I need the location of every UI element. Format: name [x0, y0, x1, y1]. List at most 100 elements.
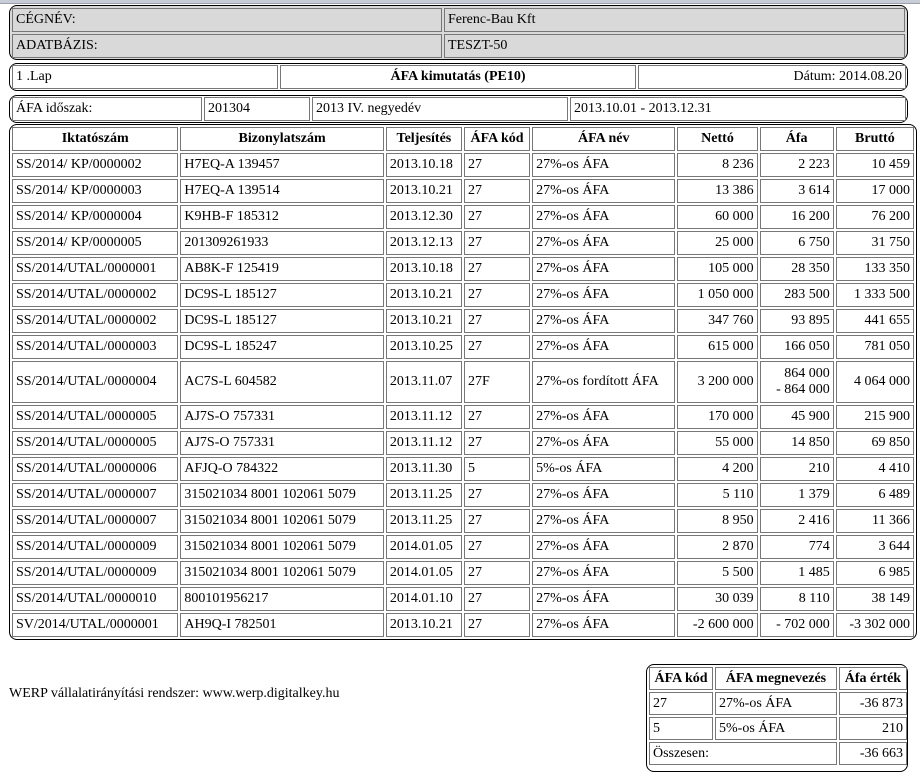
- table-row: SS/2014/UTAL/0000007 315021034 8001 10206…: [12, 483, 914, 507]
- cell-bizonylatszam: AB8K-F 125419: [180, 257, 384, 281]
- cell-afa-nev: 27%-os fordított ÁFA: [532, 361, 676, 403]
- cell-afa: 45 900: [759, 405, 834, 429]
- cell-bizonylatszam: AJ7S-O 757331: [180, 431, 384, 455]
- table-row: SS/2014/UTAL/0000006 AFJQ-O 784322 2013.11…: [12, 457, 914, 481]
- cell-afa-kod: 27: [463, 179, 531, 203]
- cell-afa: 16 200: [759, 205, 834, 229]
- cell-netto: 25 000: [677, 231, 758, 255]
- vat-period-label: ÁFA időszak:: [12, 97, 202, 121]
- cell-netto: 170 000: [677, 405, 758, 429]
- cell-afa-nev: 27%-os ÁFA: [532, 231, 676, 255]
- summary-col-afa-megnevezes: ÁFA megnevezés: [715, 667, 837, 690]
- cell-bizonylatszam: K9HB-F 185312: [180, 205, 384, 229]
- cell-teljesites: 2013.10.18: [385, 257, 462, 281]
- cell-netto: 2 870: [677, 535, 758, 559]
- cell-afa-nev: 27%-os ÁFA: [532, 405, 676, 429]
- table-row: SS/2014/UTAL/0000001 AB8K-F 125419 2013.10…: [12, 257, 914, 281]
- cell-brutto: 38 149: [835, 587, 914, 611]
- table-row: SS/2014/UTAL/0000005 AJ7S-O 757331 2013.11…: [12, 431, 914, 455]
- cell-bizonylatszam: AJ7S-O 757331: [180, 405, 384, 429]
- vat-table-frame: Iktatószám Bizonylatszám Teljesítés ÁFA …: [9, 124, 917, 640]
- summary-total-value: -36 663: [838, 742, 907, 765]
- cell-netto: 347 760: [677, 309, 758, 333]
- table-row: SS/2014/ KP/0000005 201309261933 2013.12.1…: [12, 231, 914, 255]
- cell-afa-kod: 27: [463, 205, 531, 229]
- table-row: SS/2014/UTAL/0000004 AC7S-L 604582 2013.11…: [12, 361, 914, 403]
- cell-teljesites: 2013.12.30: [385, 205, 462, 229]
- cell-brutto: 1 333 500: [835, 283, 914, 307]
- cell-netto: 13 386: [677, 179, 758, 203]
- cell-iktatoszam: SS/2014/ KP/0000005: [12, 231, 179, 255]
- cell-afa-kod: 27: [463, 231, 531, 255]
- cell-afa: 283 500: [759, 283, 834, 307]
- cell-brutto: 31 750: [835, 231, 914, 255]
- cell-afa-kod: 27: [463, 405, 531, 429]
- cell-bizonylatszam: H7EQ-A 139457: [180, 153, 384, 177]
- cell-teljesites: 2014.01.05: [385, 561, 462, 585]
- cell-afa: 93 895: [759, 309, 834, 333]
- cell-netto: -2 600 000: [677, 613, 758, 637]
- cell-brutto: 76 200: [835, 205, 914, 229]
- table-row: SS/2014/UTAL/0000009 315021034 8001 10206…: [12, 535, 914, 559]
- cell-brutto: 215 900: [835, 405, 914, 429]
- cell-iktatoszam: SS/2014/UTAL/0000006: [12, 457, 179, 481]
- col-header-afa-nev: ÁFA név: [532, 127, 676, 151]
- cell-bizonylatszam: 201309261933: [180, 231, 384, 255]
- cell-bizonylatszam: 315021034 8001 102061 5079: [180, 561, 384, 585]
- cell-teljesites: 2013.11.30: [385, 457, 462, 481]
- table-row: SS/2014/UTAL/0000002 DC9S-L 185127 2013.10…: [12, 283, 914, 307]
- cell-iktatoszam: SS/2014/UTAL/0000007: [12, 509, 179, 533]
- cell-bizonylatszam: DC9S-L 185127: [180, 309, 384, 333]
- cell-afa: 28 350: [759, 257, 834, 281]
- summary-row: 5 5%-os ÁFA 210: [649, 717, 907, 740]
- cell-brutto: 6 985: [835, 561, 914, 585]
- cell-brutto: 69 850: [835, 431, 914, 455]
- table-row: SS/2014/UTAL/0000007 315021034 8001 10206…: [12, 509, 914, 533]
- cell-afa-nev: 27%-os ÁFA: [532, 153, 676, 177]
- cell-iktatoszam: SS/2014/ KP/0000003: [12, 179, 179, 203]
- col-header-netto: Nettó: [677, 127, 758, 151]
- cell-iktatoszam: SS/2014/UTAL/0000002: [12, 309, 179, 333]
- col-header-iktatoszam: Iktatószám: [12, 127, 179, 151]
- cell-afa: 166 050: [759, 335, 834, 359]
- cell-brutto: 133 350: [835, 257, 914, 281]
- cell-afa-nev: 27%-os ÁFA: [532, 335, 676, 359]
- vat-period-code: 201304: [204, 97, 310, 121]
- table-row: SV/2014/UTAL/0000001 AH9Q-I 782501 2013.10…: [12, 613, 914, 637]
- cell-teljesites: 2013.10.21: [385, 179, 462, 203]
- cell-brutto: 3 644: [835, 535, 914, 559]
- cell-afa-kod: 27: [463, 483, 531, 507]
- cell-bizonylatszam: H7EQ-A 139514: [180, 179, 384, 203]
- cell-afa-kod: 27: [463, 535, 531, 559]
- cell-bizonylatszam: 315021034 8001 102061 5079: [180, 535, 384, 559]
- cell-netto: 60 000: [677, 205, 758, 229]
- cell-iktatoszam: SS/2014/ KP/0000002: [12, 153, 179, 177]
- vat-summary-frame: ÁFA kód ÁFA megnevezés Áfa érték 27 27%-…: [646, 664, 908, 772]
- cell-teljesites: 2013.10.25: [385, 335, 462, 359]
- cell-afa-nev: 27%-os ÁFA: [532, 613, 676, 637]
- cell-afa-nev: 27%-os ÁFA: [532, 205, 676, 229]
- cell-iktatoszam: SS/2014/UTAL/0000007: [12, 483, 179, 507]
- cell-netto: 4 200: [677, 457, 758, 481]
- company-header: CÉGNÉV: Ferenc-Bau Kft ADATBÁZIS: TESZT-…: [9, 5, 908, 60]
- cell-iktatoszam: SS/2014/UTAL/0000009: [12, 561, 179, 585]
- cell-afa: 774: [759, 535, 834, 559]
- cell-bizonylatszam: AH9Q-I 782501: [180, 613, 384, 637]
- cell-teljesites: 2014.01.10: [385, 587, 462, 611]
- cell-bizonylatszam: DC9S-L 185247: [180, 335, 384, 359]
- cell-iktatoszam: SS/2014/UTAL/0000004: [12, 361, 179, 403]
- cell-iktatoszam: SV/2014/UTAL/0000001: [12, 613, 179, 637]
- summary-cell-code: 27: [649, 692, 714, 715]
- col-header-bizonylatszam: Bizonylatszám: [180, 127, 384, 151]
- vat-summary-table: ÁFA kód ÁFA megnevezés Áfa érték 27 27%-…: [647, 665, 909, 767]
- footer-text: WERP vállalatirányítási rendszer: www.we…: [9, 686, 340, 701]
- table-row: SS/2014/UTAL/0000010 800101956217 2014.01.…: [12, 587, 914, 611]
- cell-teljesites: 2014.01.05: [385, 535, 462, 559]
- cell-afa-nev: 5%-os ÁFA: [532, 457, 676, 481]
- cell-brutto: 781 050: [835, 335, 914, 359]
- cell-afa-nev: 27%-os ÁFA: [532, 309, 676, 333]
- cell-teljesites: 2013.10.21: [385, 613, 462, 637]
- summary-cell-value: -36 873: [838, 692, 907, 715]
- cell-afa: 1 485: [759, 561, 834, 585]
- cell-bizonylatszam: AFJQ-O 784322: [180, 457, 384, 481]
